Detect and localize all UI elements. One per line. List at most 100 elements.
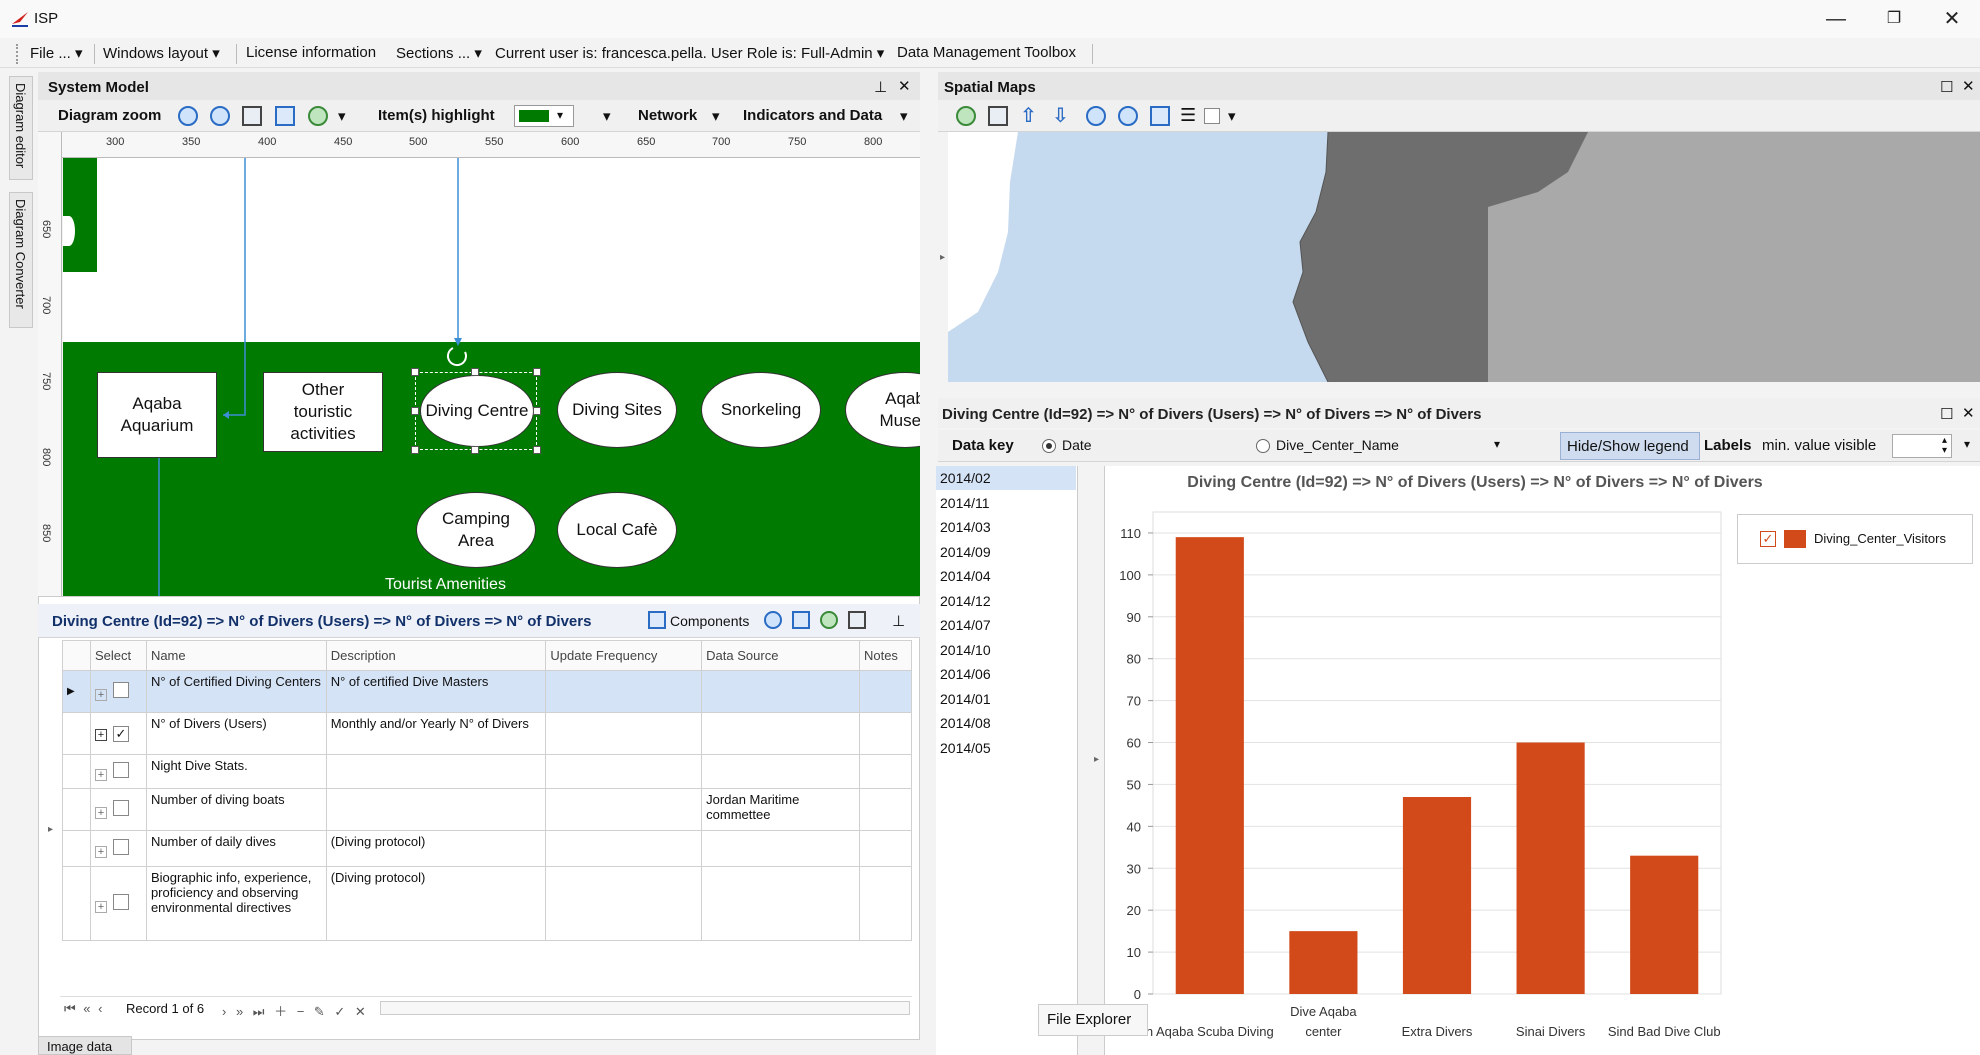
dropdown-icon[interactable]: ▾ xyxy=(1494,437,1500,451)
menu-current-user[interactable]: Current user is: francesca.pella. User R… xyxy=(495,44,884,62)
row-checkbox[interactable] xyxy=(112,762,129,778)
description-cell[interactable]: (Diving protocol) xyxy=(325,866,547,941)
data-key-item[interactable]: 2014/07 xyxy=(940,617,1080,633)
chart-side-handle[interactable]: ▸ xyxy=(1078,466,1102,1055)
map-zoom-in-icon[interactable] xyxy=(1086,106,1106,126)
move-down-icon[interactable]: ⇩ xyxy=(1052,103,1069,128)
menu-license[interactable]: License information xyxy=(246,44,376,61)
pin-icon[interactable]: ⊥ xyxy=(874,78,887,96)
name-cell[interactable]: N° of Divers (Users) xyxy=(145,712,327,755)
expand-icon[interactable]: + xyxy=(94,901,107,913)
description-cell[interactable]: Monthly and/or Yearly N° of Divers xyxy=(325,712,547,755)
save-icon[interactable] xyxy=(848,611,866,629)
network-dropdown-icon[interactable]: ▾ xyxy=(712,107,720,125)
network-label[interactable]: Network xyxy=(638,107,697,124)
toolbar-overflow-icon[interactable]: ▾ xyxy=(1964,437,1970,451)
menu-data-management[interactable]: Data Management Toolbox xyxy=(897,44,1076,61)
data-key-item[interactable]: 2014/10 xyxy=(940,642,1080,658)
column-header-description[interactable]: Description xyxy=(325,640,547,671)
resize-handle[interactable] xyxy=(471,368,479,376)
tab-diagram-editor[interactable]: Diagram editor xyxy=(9,76,33,180)
zoom-out-icon[interactable] xyxy=(210,106,230,126)
name-cell[interactable]: Night Dive Stats. xyxy=(145,754,327,789)
notes-cell[interactable] xyxy=(858,712,913,755)
labels-button[interactable]: Labels xyxy=(1704,437,1752,454)
fit-page-icon[interactable] xyxy=(242,106,262,126)
components-button[interactable]: Components xyxy=(670,613,749,629)
row-checkbox[interactable] xyxy=(112,682,129,698)
resize-handle[interactable] xyxy=(533,407,541,415)
column-header-notes[interactable]: Notes xyxy=(858,640,913,671)
column-header-update-frequency[interactable]: Update Frequency xyxy=(545,640,703,671)
data-key-item[interactable]: 2014/06 xyxy=(940,666,1080,682)
column-header-select[interactable]: Select xyxy=(89,640,147,671)
node-aqaba-aquarium[interactable]: Aqaba Aquarium xyxy=(97,372,217,458)
resize-handle[interactable] xyxy=(471,446,479,454)
update-cell[interactable] xyxy=(545,866,703,941)
data-key-item[interactable]: 2014/09 xyxy=(940,544,1080,560)
bar[interactable] xyxy=(1402,797,1472,994)
close-button[interactable]: ✕ xyxy=(1924,4,1980,34)
bar[interactable] xyxy=(1516,742,1585,994)
update-cell[interactable] xyxy=(545,754,703,789)
menu-sections[interactable]: Sections ... ▾ xyxy=(396,44,482,62)
move-up-icon[interactable]: ⇧ xyxy=(1020,103,1037,128)
radio-date[interactable] xyxy=(1042,439,1056,453)
zoom-in-icon[interactable] xyxy=(178,106,198,126)
data-key-item[interactable]: 2014/12 xyxy=(940,593,1080,609)
bar[interactable] xyxy=(1175,537,1244,994)
tab-diagram-converter[interactable]: Diagram Converter xyxy=(9,192,33,328)
notes-cell[interactable] xyxy=(858,830,913,867)
node-camping-area[interactable]: Camping Area xyxy=(416,492,536,568)
table-row[interactable]: + Number of diving boats Jordan Maritime… xyxy=(62,788,913,831)
table-row[interactable]: + ✓ N° of Divers (Users) Monthly and/or Y… xyxy=(62,712,913,755)
node-local-cafe[interactable]: Local Cafè xyxy=(557,492,677,568)
node-diving-sites[interactable]: Diving Sites xyxy=(557,372,677,448)
data-key-item[interactable]: 2014/03 xyxy=(940,519,1080,535)
row-checkbox[interactable] xyxy=(112,894,129,910)
update-cell[interactable] xyxy=(545,712,703,755)
description-cell[interactable] xyxy=(325,788,547,831)
refresh-data-icon[interactable] xyxy=(820,611,838,629)
map-zoom-100-icon[interactable] xyxy=(1150,106,1170,126)
minimize-button[interactable]: — xyxy=(1808,4,1864,34)
close-panel-icon[interactable]: ✕ xyxy=(1962,77,1975,95)
close-panel-icon[interactable]: ✕ xyxy=(898,77,911,95)
row-checkbox-checked[interactable]: ✓ xyxy=(112,725,129,742)
highlight-color-picker[interactable]: ▾ xyxy=(514,105,574,127)
save-map-icon[interactable] xyxy=(988,106,1008,126)
table-icon[interactable] xyxy=(792,611,810,629)
notes-cell[interactable] xyxy=(858,754,913,789)
refresh-dropdown-icon[interactable]: ▾ xyxy=(338,107,346,125)
horizontal-scrollbar[interactable] xyxy=(380,1001,910,1015)
data-key-item[interactable]: 2014/08 xyxy=(940,715,1080,731)
hide-show-legend-button[interactable]: Hide/Show legend xyxy=(1560,432,1700,460)
data-key-item[interactable]: 2014/02 xyxy=(940,470,1080,486)
indicators-dropdown-icon[interactable]: ▾ xyxy=(900,107,908,125)
zoom-100-icon[interactable] xyxy=(275,106,295,126)
update-cell[interactable] xyxy=(545,830,703,867)
row-checkbox[interactable] xyxy=(112,839,129,855)
notes-cell[interactable] xyxy=(858,788,913,831)
table-row[interactable]: + Number of daily dives (Diving protocol… xyxy=(62,830,913,867)
pin-icon[interactable]: ⊥ xyxy=(892,612,905,630)
map-side-handle[interactable]: ▸ xyxy=(938,132,948,382)
nav-next-last-icons[interactable]: › » ⏭ ＋ − ✎ ✓ ✕ xyxy=(222,1001,369,1020)
expand-icon[interactable]: + xyxy=(94,689,107,701)
update-cell[interactable] xyxy=(545,788,703,831)
expand-icon[interactable]: + xyxy=(94,769,107,781)
map-dropdown-icon[interactable]: ▾ xyxy=(1228,107,1236,125)
resize-handle[interactable] xyxy=(411,368,419,376)
expand-icon[interactable]: + xyxy=(94,728,107,741)
data-key-item[interactable]: 2014/11 xyxy=(940,495,1080,511)
source-cell[interactable] xyxy=(701,830,860,867)
description-cell[interactable] xyxy=(325,754,547,789)
maximize-icon[interactable]: ☐ xyxy=(1940,405,1953,423)
notes-cell[interactable] xyxy=(858,670,913,713)
min-value-spinner[interactable]: ▴ ▾ xyxy=(1892,434,1952,458)
source-cell[interactable] xyxy=(701,670,860,713)
data-key-item[interactable]: 2014/01 xyxy=(940,691,1080,707)
name-cell[interactable]: Number of diving boats xyxy=(145,788,327,831)
bar[interactable] xyxy=(1289,931,1358,994)
resize-handle[interactable] xyxy=(411,446,419,454)
